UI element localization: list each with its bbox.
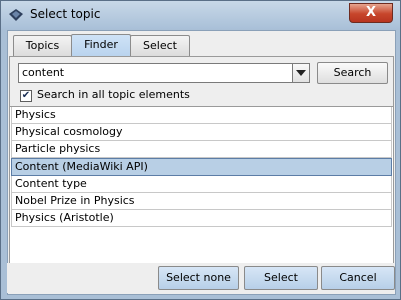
list-item[interactable]: Physics (Aristotle) (11, 210, 392, 227)
list-item[interactable]: Nobel Prize in Physics (11, 193, 392, 210)
list-item[interactable]: Particle physics (11, 141, 392, 158)
search-all-elements-label: Search in all topic elements (37, 88, 190, 101)
wandora-logo-icon (9, 9, 23, 21)
search-input[interactable]: content (18, 63, 296, 83)
dialog-footer: Select none Select Cancel (7, 263, 395, 293)
list-item-selected[interactable]: Content (MediaWiki API) (11, 158, 392, 176)
chevron-down-icon (296, 70, 306, 76)
select-topic-dialog: Select topic X Topics Finder Select cont… (0, 0, 401, 300)
select-none-button[interactable]: Select none (158, 266, 239, 290)
title-bar: Select topic X (1, 1, 400, 29)
list-item[interactable]: Content type (11, 176, 392, 193)
tab-finder[interactable]: Finder (71, 34, 131, 57)
close-button[interactable]: X (349, 3, 393, 23)
cancel-button[interactable]: Cancel (321, 266, 395, 290)
list-item[interactable]: Physical cosmology (11, 124, 392, 141)
search-button[interactable]: Search (317, 62, 388, 84)
search-history-dropdown[interactable] (292, 63, 310, 83)
tab-select[interactable]: Select (130, 35, 190, 56)
list-item[interactable]: Physics (11, 107, 392, 124)
window-title: Select topic (30, 7, 101, 21)
select-button[interactable]: Select (244, 266, 318, 290)
dialog-content: Topics Finder Select content Search ✔ Se… (7, 30, 396, 295)
finder-panel: content Search ✔ Search in all topic ele… (9, 56, 394, 292)
tab-topics[interactable]: Topics (13, 35, 72, 56)
search-all-elements-checkbox[interactable]: ✔ (20, 90, 32, 102)
